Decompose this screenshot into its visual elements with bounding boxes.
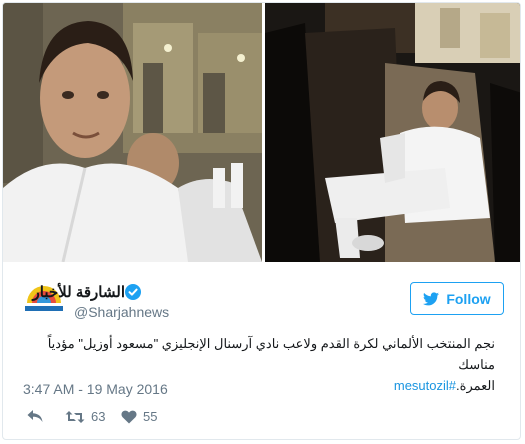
follow-button[interactable]: Follow xyxy=(410,282,504,315)
tweet-header: الشارقة للأخبار @Sharjahnews Follow xyxy=(21,275,511,325)
heart-icon xyxy=(121,410,137,423)
account-name[interactable]: الشارقة للأخبار xyxy=(33,283,125,301)
verified-badge-icon xyxy=(125,284,141,300)
follow-label: Follow xyxy=(446,290,491,307)
account-handle[interactable]: @Sharjahnews xyxy=(74,304,169,320)
photo-car[interactable] xyxy=(265,3,520,262)
tweet-actions: 63 55 xyxy=(27,409,327,429)
photo-selfie[interactable] xyxy=(3,3,262,262)
reply-icon xyxy=(27,410,43,422)
tweet-line-2-text: العمرة. xyxy=(456,378,495,393)
reply-button[interactable] xyxy=(27,409,43,423)
tweet-card: الشارقة للأخبار @Sharjahnews Follow نجم … xyxy=(2,2,521,440)
retweet-icon xyxy=(65,410,85,423)
retweet-button[interactable]: 63 xyxy=(65,409,105,424)
hashtag-link[interactable]: #mesutozil xyxy=(394,378,456,393)
tweet-timestamp[interactable]: 3:47 AM - 19 May 2016 xyxy=(23,381,168,397)
tweet-line-1: نجم المنتخب الألماني لكرة القدم ولاعب نا… xyxy=(47,336,495,372)
like-button[interactable]: 55 xyxy=(121,409,157,424)
retweet-count: 63 xyxy=(91,409,106,424)
like-count: 55 xyxy=(143,409,158,424)
twitter-bird-icon xyxy=(423,291,440,305)
tweet-media[interactable] xyxy=(3,3,520,262)
